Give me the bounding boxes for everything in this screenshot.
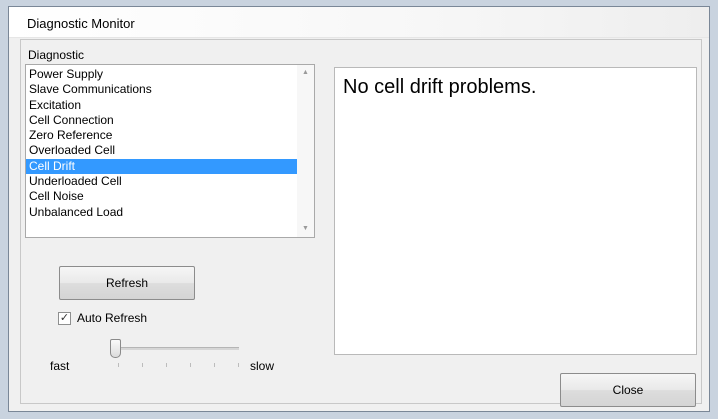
diagnostic-message-panel: No cell drift problems. [334, 67, 697, 355]
list-item-overloaded-cell[interactable]: Overloaded Cell [26, 143, 297, 158]
slider-tick [238, 363, 239, 367]
window-title: Diagnostic Monitor [27, 16, 135, 31]
slider-min-label: fast [50, 359, 70, 373]
list-item-power-supply[interactable]: Power Supply [26, 67, 297, 82]
scroll-down-icon[interactable]: ▼ [297, 221, 314, 237]
slider-tick [142, 363, 143, 367]
auto-refresh-label: Auto Refresh [77, 311, 148, 325]
refresh-speed-slider-track[interactable] [117, 347, 239, 350]
scroll-up-icon[interactable]: ▲ [297, 65, 314, 81]
refresh-button[interactable]: Refresh [59, 266, 195, 300]
close-button[interactable]: Close [560, 373, 696, 407]
diagnostic-list[interactable]: Power Supply Slave Communications Excita… [25, 64, 315, 238]
slider-tick [190, 363, 191, 367]
slider-tick [166, 363, 167, 367]
slider-tick [214, 363, 215, 367]
diagnostic-message: No cell drift problems. [343, 76, 537, 98]
list-item-underloaded-cell[interactable]: Underloaded Cell [26, 174, 297, 189]
slider-max-label: slow [250, 359, 275, 373]
slider-tick [118, 363, 119, 367]
title-bar[interactable]: Diagnostic Monitor [9, 7, 709, 38]
list-item-cell-noise[interactable]: Cell Noise [26, 189, 297, 204]
checkmark-icon: ✓ [59, 312, 70, 324]
diagnostic-group-label: Diagnostic [28, 48, 85, 62]
list-item-excitation[interactable]: Excitation [26, 98, 297, 113]
list-item-cell-connection[interactable]: Cell Connection [26, 113, 297, 128]
list-scrollbar[interactable]: ▲ ▼ [297, 65, 314, 237]
list-item-cell-drift[interactable]: Cell Drift [26, 158, 297, 175]
refresh-speed-slider-thumb[interactable] [110, 339, 121, 358]
diagnostic-list-items: Power Supply Slave Communications Excita… [26, 67, 297, 220]
auto-refresh-checkbox[interactable]: ✓ [58, 312, 71, 325]
list-item-zero-reference[interactable]: Zero Reference [26, 128, 297, 143]
list-item-unbalanced-load[interactable]: Unbalanced Load [26, 205, 297, 220]
list-item-slave-communications[interactable]: Slave Communications [26, 82, 297, 97]
